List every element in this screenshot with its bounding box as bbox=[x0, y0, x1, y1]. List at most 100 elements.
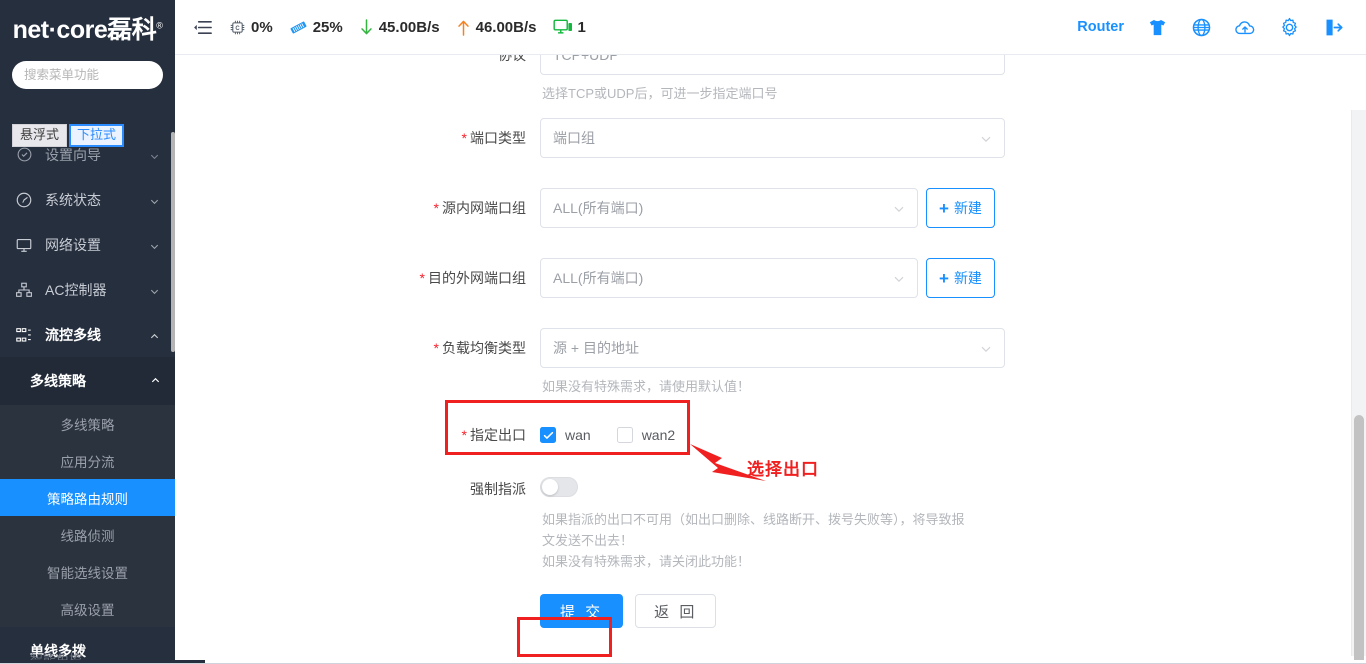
collapse-menu-icon[interactable] bbox=[189, 14, 215, 40]
plus-icon: + bbox=[939, 268, 949, 288]
src-lan-new-button[interactable]: + 新建 bbox=[926, 188, 995, 228]
force-assign-hint-line-1: 如果指派的出口不可用（如出口删除、线路断开、拨号失败等），将导致报 bbox=[542, 512, 965, 527]
search-box[interactable] bbox=[12, 61, 175, 89]
mode-pill-dropdown[interactable]: 下拉式 bbox=[69, 124, 125, 147]
sidebar-mode-toggle[interactable]: 悬浮式 下拉式 bbox=[12, 124, 125, 147]
force-assign-label-text: 强制指派 bbox=[470, 481, 526, 497]
stat-cpu-value: 0% bbox=[251, 18, 273, 36]
label-src-lan-port-group: * 源内网端口组 bbox=[195, 188, 540, 228]
label-dst-wan-port-group: * 目的外网端口组 bbox=[195, 258, 540, 298]
control-egress: wan wan2 bbox=[540, 415, 1340, 455]
sidebar-subitem-line-detection[interactable]: 线路侦测 bbox=[0, 516, 175, 553]
src-lan-new-label: 新建 bbox=[953, 200, 982, 216]
sidebar-item-single-line-multidial[interactable]: 单线多拨 bbox=[0, 627, 175, 660]
dst-wan-new-button[interactable]: + 新建 bbox=[926, 258, 995, 298]
sidebar-item-label: AC控制器 bbox=[45, 281, 107, 298]
control-src-lan-port-group: ALL(所有端口) + 新建 bbox=[540, 188, 1340, 228]
form-row-protocol: 协议 TCP+UDP 选择TCP或UDP后，可进一步指定端口号 bbox=[195, 55, 1340, 104]
sidebar-item-smart-control-partial[interactable]: 智能免控 bbox=[30, 649, 82, 660]
submenu-header[interactable]: 多线策略 bbox=[0, 357, 175, 405]
page-scrollbar-track[interactable] bbox=[1351, 110, 1366, 660]
src-lan-port-group-select[interactable]: ALL(所有端口) bbox=[540, 188, 918, 228]
egress-checkbox-wan2[interactable] bbox=[616, 427, 633, 443]
sitemap-icon bbox=[14, 280, 34, 300]
form-row-force-assign: 强制指派 如果指派的出口不可用（如出口删除、线路断开、拨号失败等），将导致报 文… bbox=[195, 477, 1340, 572]
topbar: C 0% 25% 45.00B/s 46.00B/s 1 Router bbox=[175, 0, 1366, 55]
form-container: 协议 TCP+UDP 选择TCP或UDP后，可进一步指定端口号 * 端口类型 端口… bbox=[195, 55, 1340, 660]
tshirt-icon[interactable] bbox=[1146, 16, 1168, 38]
sidebar-item-flow-multiline[interactable]: 流控多线 bbox=[0, 312, 175, 357]
sidebar-subitem-advanced-settings[interactable]: 高级设置 bbox=[0, 590, 175, 627]
stat-download: 45.00B/s bbox=[359, 18, 440, 37]
download-arrow-icon bbox=[359, 18, 374, 37]
balance-type-hint: 如果没有特殊需求，请使用默认值！ bbox=[542, 379, 751, 394]
egress-label-wan[interactable]: wan bbox=[565, 427, 591, 443]
port-type-label-text: 端口类型 bbox=[470, 130, 526, 146]
stat-devices-value: 1 bbox=[577, 18, 586, 36]
chevron-down-icon bbox=[149, 149, 161, 161]
toggle-knob bbox=[542, 479, 558, 495]
page-scrollbar-thumb[interactable] bbox=[1354, 415, 1364, 660]
sidebar-subitem-multiline-policy[interactable]: 多线策略 bbox=[0, 405, 175, 442]
control-balance-type: 源 + 目的地址 如果没有特殊需求，请使用默认值！ bbox=[540, 328, 1340, 397]
egress-label-wan2[interactable]: wan2 bbox=[642, 427, 675, 443]
label-force-assign: 强制指派 bbox=[195, 477, 540, 501]
stat-cpu: C 0% bbox=[229, 19, 273, 36]
chevron-down-icon bbox=[980, 342, 992, 354]
required-star: * bbox=[419, 270, 425, 286]
logout-icon[interactable] bbox=[1322, 16, 1344, 38]
sidebar-item-system-status[interactable]: 系统状态 bbox=[0, 177, 175, 222]
sidebar-subitem-app-routing[interactable]: 应用分流 bbox=[0, 442, 175, 479]
sidebar-subitem-smart-line-settings[interactable]: 智能选线设置 bbox=[0, 553, 175, 590]
svg-text:C: C bbox=[235, 26, 240, 32]
router-label[interactable]: Router bbox=[1077, 19, 1124, 35]
chevron-up-icon bbox=[150, 373, 161, 389]
required-star: * bbox=[461, 130, 467, 146]
required-star: * bbox=[461, 427, 467, 443]
protocol-select[interactable]: TCP+UDP bbox=[540, 55, 1005, 75]
protocol-hint: 选择TCP或UDP后，可进一步指定端口号 bbox=[542, 86, 778, 101]
sidebar-submenu-multiline-policy: 多线策略 多线策略 应用分流 策略路由规则 线路侦测 智能选线设置 高级设置 bbox=[0, 357, 175, 627]
device-monitor-icon bbox=[552, 18, 573, 36]
form-row-balance-type: * 负载均衡类型 源 + 目的地址 如果没有特殊需求，请使用默认值！ bbox=[195, 328, 1340, 397]
force-assign-hint-line-2: 文发送不出去！ bbox=[542, 533, 634, 548]
label-protocol: 协议 bbox=[195, 55, 540, 75]
protocol-label-text: 协议 bbox=[498, 55, 526, 63]
src-lan-port-group-value: ALL(所有端口) bbox=[553, 200, 644, 216]
wizard-icon bbox=[14, 145, 34, 165]
sidebar-item-ac-controller[interactable]: AC控制器 bbox=[0, 267, 175, 312]
sidebar-item-label: 网络设置 bbox=[45, 236, 101, 253]
mode-pill-floating[interactable]: 悬浮式 bbox=[12, 124, 68, 147]
control-force-assign: 如果指派的出口不可用（如出口删除、线路断开、拨号失败等），将导致报 文发送不出去… bbox=[540, 477, 1340, 572]
label-balance-type: * 负载均衡类型 bbox=[195, 328, 540, 368]
sidebar-item-network-settings[interactable]: 网络设置 bbox=[0, 222, 175, 267]
dst-wan-port-group-value: ALL(所有端口) bbox=[553, 270, 644, 286]
submit-button[interactable]: 提 交 bbox=[540, 594, 624, 628]
form-row-actions: 提 交 返 回 bbox=[195, 594, 1340, 628]
sidebar-item-label: 设置向导 bbox=[45, 146, 101, 163]
stat-download-value: 45.00B/s bbox=[378, 18, 440, 36]
gear-icon[interactable] bbox=[1278, 16, 1300, 38]
balance-type-select[interactable]: 源 + 目的地址 bbox=[540, 328, 1005, 368]
force-assign-hints: 如果指派的出口不可用（如出口删除、线路断开、拨号失败等），将导致报 文发送不出去… bbox=[542, 509, 1340, 572]
force-assign-toggle[interactable] bbox=[540, 477, 578, 497]
force-assign-hint-line-3: 如果没有特殊需求，请关闭此功能！ bbox=[542, 554, 751, 569]
balance-type-label-text: 负载均衡类型 bbox=[442, 340, 526, 356]
cloud-upload-icon[interactable] bbox=[1234, 16, 1256, 38]
search-input[interactable] bbox=[22, 67, 175, 83]
brand-registered-mark: ® bbox=[156, 20, 163, 31]
egress-checkbox-wan[interactable] bbox=[540, 427, 556, 443]
app-root: net·core磊科® 悬浮式 下拉式 设置向导 bbox=[0, 0, 1366, 664]
main-content: 协议 TCP+UDP 选择TCP或UDP后，可进一步指定端口号 * 端口类型 端口… bbox=[175, 55, 1366, 660]
sidebar-subitem-policy-route-rules[interactable]: 策略路由规则 bbox=[0, 479, 175, 516]
sidebar: net·core磊科® 悬浮式 下拉式 设置向导 bbox=[0, 0, 175, 660]
stat-upload-value: 46.00B/s bbox=[475, 18, 537, 36]
stat-upload: 46.00B/s bbox=[456, 18, 537, 37]
sidebar-item-label: 流控多线 bbox=[45, 326, 101, 343]
dst-wan-port-group-select[interactable]: ALL(所有端口) bbox=[540, 258, 918, 298]
port-type-select[interactable]: 端口组 bbox=[540, 118, 1005, 158]
globe-icon[interactable] bbox=[1190, 16, 1212, 38]
monitor-icon bbox=[14, 235, 34, 255]
balance-type-value: 源 + 目的地址 bbox=[553, 340, 639, 356]
back-button[interactable]: 返 回 bbox=[635, 594, 717, 628]
